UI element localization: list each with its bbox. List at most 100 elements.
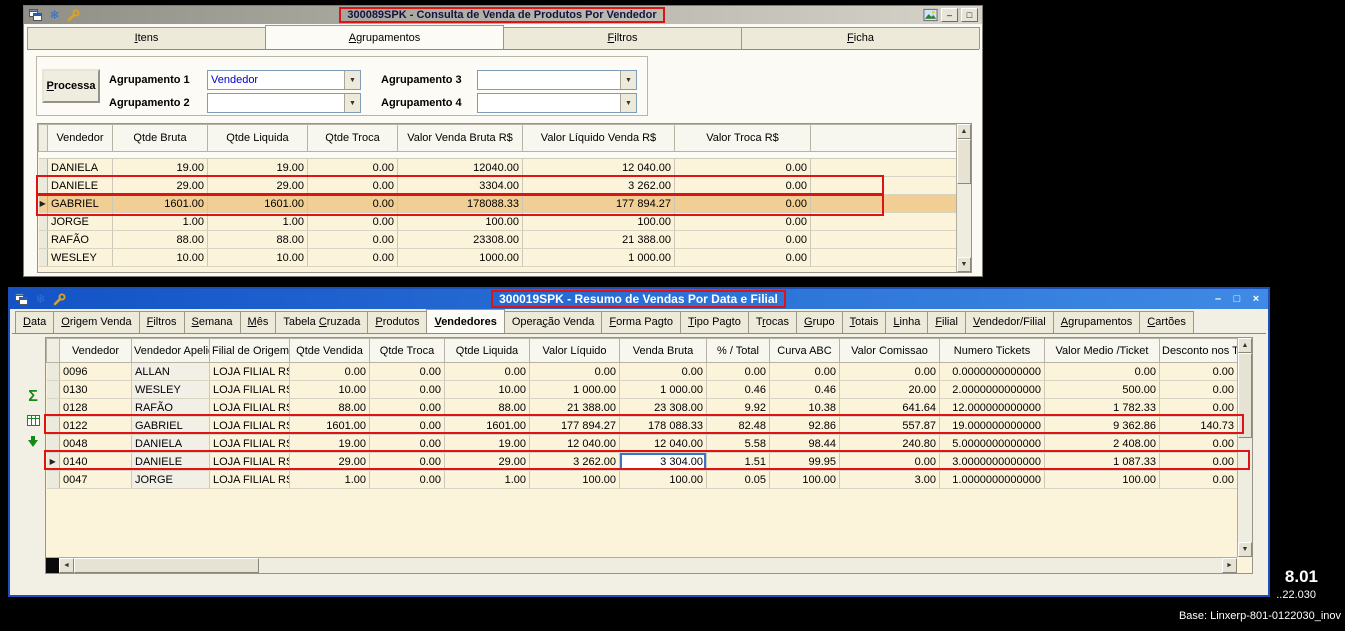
table-row[interactable]: 0122 GABRIEL LOJA FILIAL RS 1601.00 0.00 1601… [46,416,1238,435]
column-header[interactable]: Qtde Liquida [444,338,530,363]
column-header[interactable]: Qtde Bruta [112,124,208,152]
cell[interactable]: 21 388.00 [522,230,675,249]
arrow-down-icon[interactable] [24,433,42,451]
cell[interactable]: 0.00 [1159,452,1238,471]
table-row[interactable]: 0130 WESLEY LOJA FILIAL RS 10.00 0.00 10.00 1 … [46,380,1238,399]
agrupamento-3-select[interactable]: ▼ [477,70,637,90]
cell[interactable]: 0128 [59,398,132,417]
cell[interactable]: 12 040.00 [619,434,707,453]
table-row[interactable]: 0096 ALLAN LOJA FILIAL RS 0.00 0.00 0.00 0.00 0… [46,362,1238,381]
tab-ficha[interactable]: Ficha [741,27,980,49]
cell[interactable]: 0.00 [307,248,398,267]
cell[interactable]: 23308.00 [397,230,523,249]
cell[interactable]: 88.00 [444,398,530,417]
cell[interactable]: 100.00 [619,470,707,489]
cell[interactable]: 1.00 [444,470,530,489]
cell[interactable]: 10.00 [444,380,530,399]
cell[interactable]: LOJA FILIAL RS [209,398,290,417]
cell[interactable]: 100.00 [397,212,523,231]
cell[interactable]: 21 388.00 [529,398,620,417]
scrollbar-thumb[interactable] [957,139,971,184]
cell[interactable]: 0.00 [1159,434,1238,453]
column-header[interactable]: Vendedor [47,124,113,152]
cell[interactable]: LOJA FILIAL RS [209,434,290,453]
tab-itens[interactable]: Itens [27,27,266,49]
cell[interactable]: 641.64 [839,398,940,417]
cell[interactable]: 0122 [59,416,132,435]
cell[interactable]: GABRIEL [131,416,210,435]
column-header[interactable]: Vendedor [59,338,132,363]
cell[interactable]: 99.95 [769,452,840,471]
scroll-left-icon[interactable]: ◄ [59,558,74,573]
agrupamento-1-select[interactable]: Vendedor ▼ [207,70,361,90]
cell[interactable]: 1601.00 [289,416,370,435]
column-header[interactable]: Curva ABC [769,338,840,363]
cell[interactable]: 3 304.00 [619,452,707,471]
column-header[interactable]: Valor Troca R$ [674,124,811,152]
cell[interactable]: 19.000000000000 [939,416,1045,435]
cell[interactable]: 82.48 [706,416,770,435]
tab-filtros[interactable]: Filtros [138,311,185,333]
cell[interactable]: 1601.00 [444,416,530,435]
scroll-down-icon[interactable]: ▼ [957,257,971,272]
cell[interactable]: 29.00 [112,176,208,195]
cell[interactable]: 0048 [59,434,132,453]
scroll-up-icon[interactable]: ▲ [1238,338,1252,353]
column-header[interactable]: Valor Líquido [529,338,620,363]
cell[interactable]: 5.58 [706,434,770,453]
cell[interactable]: 2 408.00 [1044,434,1160,453]
cell[interactable]: 0.00 [369,434,445,453]
scrollbar-track[interactable] [1238,438,1252,542]
cell[interactable]: 29.00 [207,176,308,195]
column-header[interactable]: Vendedor Apelido [131,338,210,363]
cell[interactable]: LOJA FILIAL RS [209,452,290,471]
cell[interactable]: 12 040.00 [522,158,675,177]
cell[interactable]: 1 000.00 [522,248,675,267]
cell[interactable]: DANIELA [131,434,210,453]
column-header[interactable]: Filial de Origem [209,338,290,363]
tab-grupo[interactable]: Grupo [796,311,843,333]
table-row[interactable]: DANIELE 29.00 29.00 0.00 3304.00 3 262.00 0.00 [38,176,957,195]
cell[interactable]: LOJA FILIAL RS [209,470,290,489]
cell[interactable]: 12 040.00 [529,434,620,453]
export-grid-icon[interactable] [24,411,42,429]
scroll-right-icon[interactable]: ► [1222,558,1237,573]
cell[interactable]: ALLAN [131,362,210,381]
cell[interactable]: 10.00 [289,380,370,399]
minimize-button[interactable]: – [941,8,958,22]
table-row[interactable]: ▶ 0140 DANIELE LOJA FILIAL RS 29.00 0.00 29.00… [46,452,1238,471]
cell[interactable]: 0.46 [706,380,770,399]
chevron-down-icon[interactable]: ▼ [620,94,636,112]
agrupamento-2-select[interactable]: ▼ [207,93,361,113]
cell[interactable]: 19.00 [289,434,370,453]
chevron-down-icon[interactable]: ▼ [344,94,360,112]
tab-data[interactable]: Data [15,311,55,333]
cell[interactable]: 29.00 [289,452,370,471]
cell[interactable]: LOJA FILIAL RS [209,380,290,399]
table-row[interactable]: JORGE 1.00 1.00 0.00 100.00 100.00 0.00 [38,212,957,231]
cell[interactable]: 19.00 [112,158,208,177]
cell[interactable]: 500.00 [1044,380,1160,399]
scroll-down-icon[interactable]: ▼ [1238,542,1252,557]
cell[interactable]: LOJA FILIAL RS [209,416,290,435]
cell[interactable]: 240.80 [839,434,940,453]
table-row[interactable]: WESLEY 10.00 10.00 0.00 1000.00 1 000.00 0.00 [38,248,957,267]
tab-agrupamentos[interactable]: Agrupamentos [1052,311,1141,333]
cell[interactable]: 0.00 [307,158,398,177]
maximize-button[interactable]: □ [961,8,978,22]
cell[interactable]: DANIELE [131,452,210,471]
cell[interactable]: 0.00 [1159,398,1238,417]
cell[interactable]: 12040.00 [397,158,523,177]
cell[interactable]: 1000.00 [397,248,523,267]
minimize-button[interactable]: – [1210,292,1226,307]
cell[interactable]: 0.46 [769,380,840,399]
tab-filtros[interactable]: Filtros [503,27,742,49]
table-row[interactable]: DANIELA 19.00 19.00 0.00 12040.00 12 040.00 0.… [38,158,957,177]
cell[interactable]: 0.00 [674,176,811,195]
column-header[interactable]: Desconto nos Tick [1159,338,1238,363]
cell[interactable]: 0.00 [1159,362,1238,381]
cell[interactable]: 2.0000000000000 [939,380,1045,399]
column-header[interactable]: Valor Medio /Ticket [1044,338,1160,363]
tab-filial[interactable]: Filial [927,311,966,333]
scrollbar-track[interactable] [957,184,971,257]
